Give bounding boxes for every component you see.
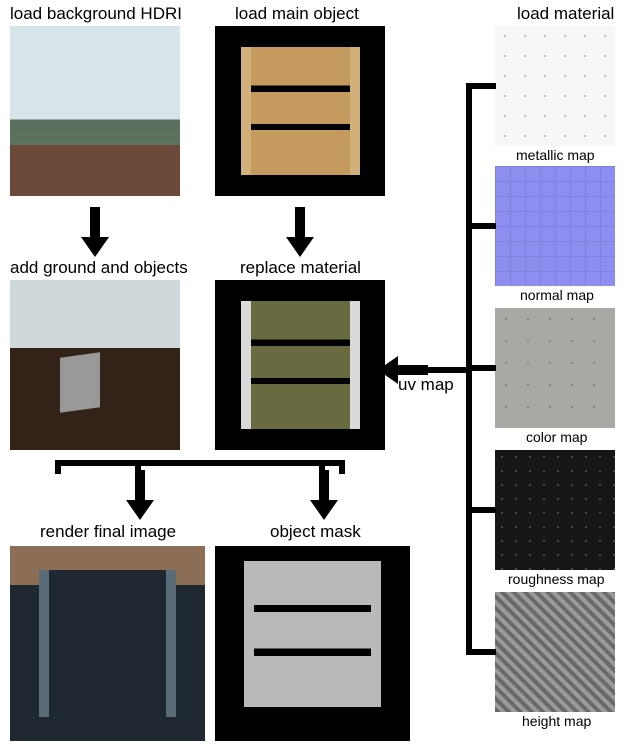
materials-tick-metallic	[466, 83, 496, 89]
label-uvmap: uv map	[398, 375, 454, 395]
label-render-final: render final image	[40, 522, 176, 542]
bunkbed-metallic-icon	[241, 301, 360, 429]
label-height-map: height map	[522, 713, 591, 729]
label-object-mask: object mask	[270, 522, 361, 542]
label-normal-map: normal map	[520, 287, 594, 303]
connector-mid-left	[135, 460, 141, 472]
label-add-ground: add ground and objects	[10, 258, 188, 278]
materials-tick-roughness	[466, 507, 496, 513]
materials-tick-height	[466, 649, 496, 655]
thumbnail-main-object	[215, 26, 385, 196]
thumbnail-object-mask	[215, 546, 410, 741]
thumbnail-metallic-map	[495, 26, 615, 146]
label-roughness-map: roughness map	[508, 571, 605, 587]
materials-bus-to-uv	[428, 367, 466, 373]
thumbnail-hdri	[10, 26, 180, 196]
materials-tick-normal	[466, 223, 496, 229]
thumbnail-final-render	[10, 546, 205, 741]
label-load-object: load main object	[235, 4, 359, 24]
connector-mid-right	[319, 460, 325, 472]
label-color-map: color map	[526, 429, 587, 445]
connector-vline-left	[55, 460, 61, 474]
bunkbed-icon	[241, 47, 360, 175]
label-load-hdri: load background HDRI	[10, 4, 182, 24]
thumbnail-normal-map	[495, 166, 615, 286]
label-metallic-map: metallic map	[516, 147, 595, 163]
materials-tick-color	[466, 365, 496, 371]
label-replace-material: replace material	[240, 258, 361, 278]
connector-vline-right	[339, 460, 345, 474]
thumbnail-height-map	[495, 592, 615, 712]
thumbnail-replaced-material	[215, 280, 385, 450]
bunkbed-mask-icon	[244, 561, 381, 707]
label-load-material: load material	[517, 4, 614, 24]
thumbnail-color-map	[495, 308, 615, 428]
thumbnail-roughness-map	[495, 450, 615, 570]
bunkbed-dark-icon	[39, 570, 176, 716]
connector-hline	[55, 460, 345, 466]
thumbnail-ground-objects	[10, 280, 180, 450]
